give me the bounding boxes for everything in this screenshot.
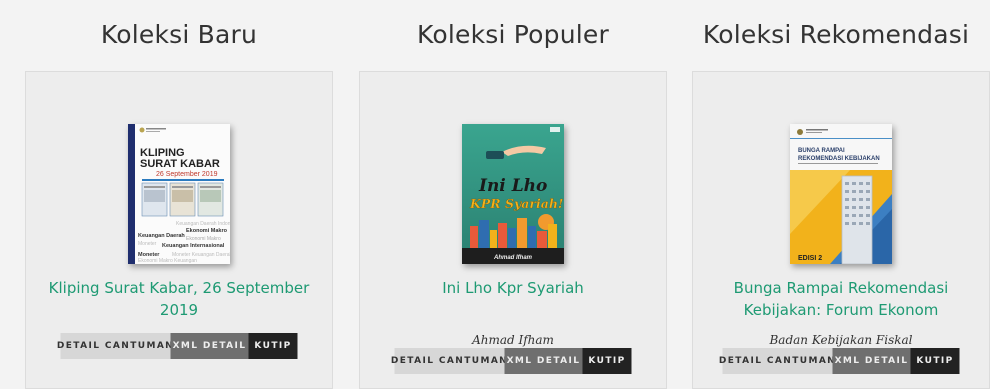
detail-cantuman-button[interactable]: DETAIL CANTUMAN [391,348,507,374]
book-author: Badan Kebijakan Fiskal [769,333,913,347]
action-buttons: DETAIL CANTUMAN XML DETAIL KUTIP [719,348,960,374]
cover-keyword: Keuangan Daerah [138,233,185,239]
collection-recommended: Koleksi Rekomendasi BUNGA RAMPAI REKOMEN… [692,0,990,389]
action-buttons: DETAIL CANTUMAN XML DETAIL KUTIP [391,348,632,374]
book-title-link[interactable]: Bunga Rampai Rekomendasi Kebijakan: Foru… [703,277,979,321]
book-card: KLIPING SURAT KABAR 26 September 2019 Ke… [25,71,333,389]
detail-cantuman-button[interactable]: DETAIL CANTUMAN [719,348,835,374]
xml-detail-button[interactable]: XML DETAIL [832,348,911,374]
bunga-rampai-cover-image: BUNGA RAMPAI REKOMENDASI KEBIJAKAN EDISI… [790,124,892,264]
cover-keyword: Keuangan Internasional [162,243,225,249]
book-card: BUNGA RAMPAI REKOMENDASI KEBIJAKAN EDISI… [692,71,990,389]
collection-new: Koleksi Baru KLIPING SURAT KABAR 26 Sept… [25,0,333,389]
cover-line1: Ini Lho [478,176,547,196]
cover-line2: REKOMENDASI KEBIJAKAN [798,156,880,162]
section-heading: Koleksi Rekomendasi [702,20,970,49]
cover-line1: BUNGA RAMPAI [798,148,845,154]
cover-keyword: Ekonomi Makro [186,228,228,234]
cover-author: Ahmad Ifham [493,255,533,261]
collection-popular: Koleksi Populer Ini Lho KPR Syariah! Ahm… [359,0,667,389]
book-title-link[interactable]: Kliping Surat Kabar, 26 September 2019 [36,277,322,321]
kpr-syariah-cover-image: Ini Lho KPR Syariah! Ahmad Ifham [462,124,564,264]
svg-text:Moneter: Moneter [138,241,157,247]
book-card: Ini Lho KPR Syariah! Ahmad Ifham Ini Lho… [359,71,667,389]
book-author: Ahmad Ifham [472,333,554,347]
book-title-link[interactable]: Ini Lho Kpr Syariah [370,277,656,299]
kutip-button[interactable]: KUTIP [910,348,960,374]
svg-text:Keuangan Daerah Indonesia: Keuangan Daerah Indonesia [176,221,230,227]
book-cover[interactable]: Ini Lho KPR Syariah! Ahmad Ifham [462,124,564,264]
section-heading: Koleksi Populer [417,20,609,49]
svg-text:Ekonomi Makro Keuangan: Ekonomi Makro Keuangan [138,258,197,264]
xml-detail-button[interactable]: XML DETAIL [170,333,249,359]
book-cover[interactable]: BUNGA RAMPAI REKOMENDASI KEBIJAKAN EDISI… [790,124,892,264]
newspaper-cover-image: KLIPING SURAT KABAR 26 September 2019 Ke… [128,124,230,264]
book-cover[interactable]: KLIPING SURAT KABAR 26 September 2019 Ke… [128,124,230,264]
kutip-button[interactable]: KUTIP [582,348,632,374]
cover-edition: EDISI 2 [798,255,822,262]
cover-date: 26 September 2019 [156,171,218,178]
svg-text:Ekonomi Makro: Ekonomi Makro [186,236,221,242]
section-heading: Koleksi Baru [100,20,258,49]
xml-detail-button[interactable]: XML DETAIL [504,348,583,374]
cover-line2: KPR Syariah! [469,196,563,211]
detail-cantuman-button[interactable]: DETAIL CANTUMAN [57,333,173,359]
action-buttons: DETAIL CANTUMAN XML DETAIL KUTIP [57,333,298,359]
kutip-button[interactable]: KUTIP [248,333,298,359]
cover-line2: SURAT KABAR [140,158,220,170]
